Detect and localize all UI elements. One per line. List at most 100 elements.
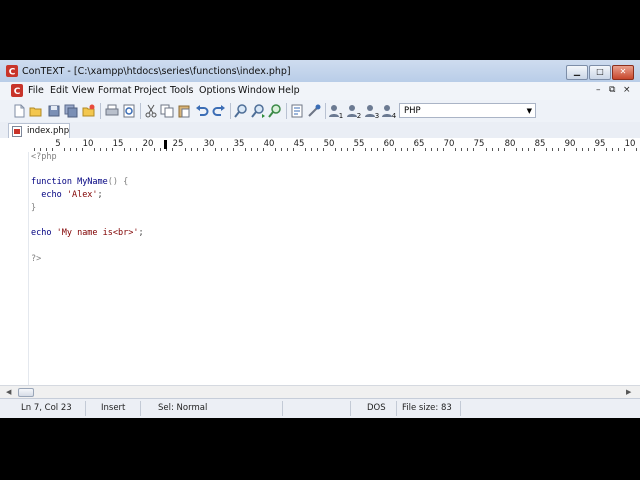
code-line[interactable]: echo 'My name is<br>';	[31, 228, 144, 239]
ruler-label: 40	[263, 139, 275, 149]
find-icon[interactable]	[233, 103, 249, 119]
scroll-right-icon[interactable]: ▶	[626, 388, 631, 396]
ruler-tick	[124, 148, 125, 151]
cursor-position: Ln 7, Col 23	[21, 403, 72, 413]
code-token: ;	[97, 190, 103, 200]
ruler-tick	[136, 148, 137, 151]
ruler-tick	[100, 148, 101, 151]
save-all-icon[interactable]	[63, 103, 79, 119]
open-project-icon[interactable]	[81, 103, 97, 119]
ruler-tick	[395, 148, 396, 151]
ruler-tick	[401, 148, 402, 151]
ruler-tick	[612, 148, 613, 151]
php-file-icon	[12, 126, 22, 137]
undo-icon[interactable]	[194, 103, 210, 119]
menu-window[interactable]: Window	[238, 85, 275, 96]
document-menu-icon[interactable]: C	[11, 84, 23, 97]
ruler-tick	[281, 148, 282, 151]
menu-options[interactable]: Options	[199, 85, 236, 96]
maximize-button[interactable]: □	[589, 65, 611, 80]
ruler-tick	[606, 148, 607, 151]
redo-icon[interactable]	[211, 103, 227, 119]
ruler-tick	[498, 148, 499, 151]
ruler-tick	[431, 148, 432, 151]
mdi-close-button[interactable]: ×	[623, 85, 631, 95]
status-separator	[460, 401, 461, 416]
ruler-tick	[618, 148, 619, 151]
paste-icon[interactable]	[176, 103, 192, 119]
find-next-icon[interactable]	[250, 103, 266, 119]
close-button[interactable]: ✕	[612, 65, 634, 80]
ruler-label: 75	[473, 139, 485, 149]
tab-index-php[interactable]: index.php	[8, 123, 70, 139]
svg-text:C: C	[14, 87, 21, 97]
user-exec-4-icon[interactable]: 4	[381, 103, 397, 119]
status-separator	[396, 401, 397, 416]
ruler-tick	[70, 148, 71, 151]
ruler-label: 95	[594, 139, 606, 149]
ruler-tick	[215, 148, 216, 151]
ruler-tick	[76, 148, 77, 151]
ruler-tick	[191, 148, 192, 151]
ruler-tick	[425, 148, 426, 151]
replace-icon[interactable]	[267, 103, 283, 119]
highlighter-language-select[interactable]: PHP ▼	[399, 103, 536, 118]
code-line[interactable]: echo 'Alex';	[31, 190, 103, 201]
edit-mode: Insert	[101, 403, 126, 413]
horizontal-scrollbar[interactable]: ◀ ▶	[0, 385, 640, 399]
print-icon[interactable]	[104, 103, 120, 119]
copy-icon[interactable]	[159, 103, 175, 119]
menu-project[interactable]: Project	[134, 85, 167, 96]
ruler-cursor-marker	[164, 140, 167, 149]
ruler-tick	[347, 148, 348, 151]
code-token: ?>	[31, 254, 42, 264]
menu-bar: C File Edit View Format Project Tools Op…	[0, 82, 640, 100]
status-separator	[282, 401, 283, 416]
menu-view[interactable]: View	[72, 85, 95, 96]
menu-help[interactable]: Help	[278, 85, 300, 96]
menu-format[interactable]: Format	[98, 85, 131, 96]
ruler-tick	[588, 148, 589, 151]
ruler-tick	[492, 148, 493, 151]
title-bar[interactable]: C ConTEXT - [C:\xampp\htdocs\series\func…	[0, 60, 640, 83]
file-compare-icon[interactable]	[289, 103, 305, 119]
menu-edit[interactable]: Edit	[50, 85, 68, 96]
cut-icon[interactable]	[143, 103, 159, 119]
menu-tools[interactable]: Tools	[170, 85, 193, 96]
user-exec-1-icon[interactable]: 1	[328, 103, 344, 119]
ruler-tick	[221, 148, 222, 151]
code-line[interactable]: <?php	[31, 152, 57, 163]
svg-text:4: 4	[392, 112, 397, 119]
code-token: ;	[138, 228, 144, 238]
mdi-restore-button[interactable]: ⧉	[609, 85, 615, 95]
code-line[interactable]: }	[31, 203, 36, 214]
code-line[interactable]: function MyName() {	[31, 177, 128, 188]
ruler-label: 30	[203, 139, 215, 149]
ruler-tick	[130, 148, 131, 151]
new-file-icon[interactable]	[11, 103, 27, 119]
column-ruler: 5 10 15 20 25 30 35 40 45 50 55 60 65 70 75 80 85 90 95 10	[0, 138, 640, 153]
open-folder-icon[interactable]	[28, 103, 44, 119]
scrollbar-thumb[interactable]	[18, 388, 34, 397]
scroll-left-icon[interactable]: ◀	[6, 388, 11, 396]
code-editor[interactable]: <?php function MyName() { echo 'Alex';} ec…	[0, 152, 640, 385]
minimize-button[interactable]: ▁	[566, 65, 588, 80]
code-line[interactable]: ?>	[31, 254, 41, 265]
user-exec-2-icon[interactable]: 2	[346, 103, 362, 119]
menu-file[interactable]: File	[28, 85, 44, 96]
gutter-divider	[28, 152, 29, 385]
file-tab-strip: index.php	[0, 122, 640, 139]
ruler-tick	[317, 148, 318, 151]
mdi-minimize-button[interactable]: –	[596, 85, 601, 95]
ruler-tick	[486, 148, 487, 151]
tab-label: index.php	[27, 126, 70, 136]
svg-text:2: 2	[357, 112, 361, 119]
ruler-label: 45	[293, 139, 305, 149]
svg-text:C: C	[9, 68, 16, 78]
window-title: ConTEXT - [C:\xampp\htdocs\series\functi…	[22, 66, 291, 77]
ruler-label: 10	[82, 139, 94, 149]
save-icon[interactable]	[46, 103, 62, 119]
print-preview-icon[interactable]	[121, 103, 137, 119]
settings-icon[interactable]	[306, 103, 322, 119]
user-exec-3-icon[interactable]: 3	[364, 103, 380, 119]
